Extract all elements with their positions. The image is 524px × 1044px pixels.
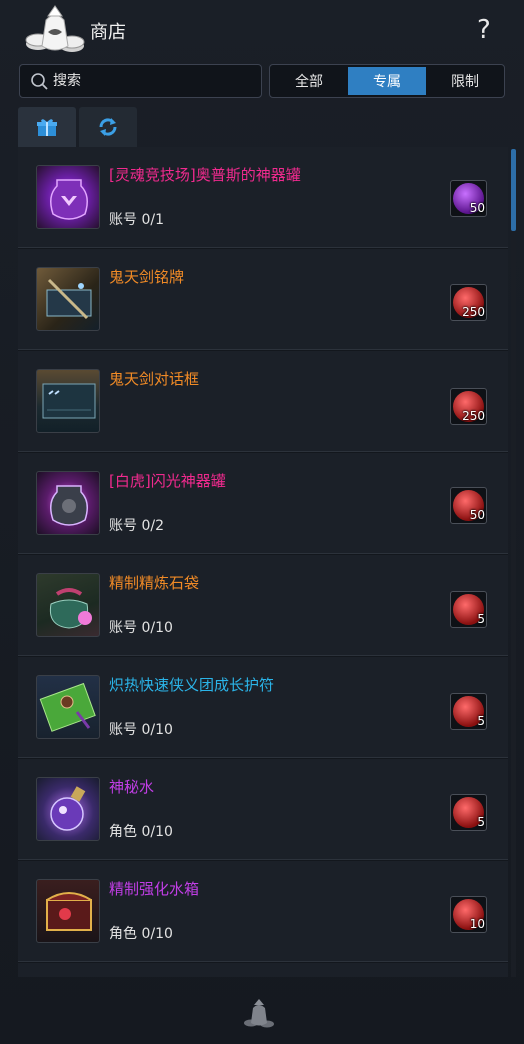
flash-jar-icon (36, 471, 100, 535)
header: 商店 ? (0, 0, 524, 60)
list-item[interactable]: [灵魂竞技场]奥普斯的神器罐 账号 0/1 50 (18, 147, 508, 248)
page-title: 商店 (90, 22, 126, 43)
price-amount: 250 (462, 409, 485, 423)
list-item[interactable]: 鬼天剑对话框 250 (18, 351, 508, 452)
refresh-icon (99, 118, 117, 136)
item-name: 鬼天剑铭牌 (109, 268, 185, 286)
price-badge[interactable]: 10 (450, 896, 487, 933)
charm-icon (36, 675, 100, 739)
water-chest-icon (36, 879, 100, 943)
item-name: 精制精炼石袋 (109, 574, 200, 592)
search-icon (31, 73, 48, 90)
item-list[interactable]: [灵魂竞技场]奥普斯的神器罐 账号 0/1 50 鬼天剑铭牌 250 鬼天剑对话… (18, 147, 508, 977)
price-amount: 5 (477, 815, 485, 829)
list-item[interactable] (18, 963, 508, 977)
list-item[interactable]: 炽热快速侠义团成长护符 账号 0/10 5 (18, 657, 508, 758)
item-purchase-limit: 角色 0/10 (109, 824, 173, 840)
item-purchase-limit: 账号 0/1 (109, 212, 164, 228)
list-item[interactable]: 鬼天剑铭牌 250 (18, 249, 508, 350)
price-amount: 5 (477, 612, 485, 626)
shop-window: 商店 ? 全部 专属 限制 (0, 0, 524, 1044)
search-box[interactable] (19, 64, 262, 98)
tab-gift[interactable] (18, 107, 76, 147)
dialog-frame-icon (36, 369, 100, 433)
price-badge[interactable]: 250 (450, 388, 487, 425)
filter-exclusive-tab[interactable]: 专属 (348, 67, 426, 95)
item-purchase-limit: 账号 0/10 (109, 722, 173, 738)
price-badge[interactable]: 5 (450, 591, 487, 628)
price-badge[interactable]: 5 (450, 693, 487, 730)
price-badge[interactable]: 50 (450, 487, 487, 524)
item-name: [白虎]闪光神器罐 (109, 472, 226, 490)
stone-bag-icon (36, 573, 100, 637)
list-item[interactable]: 神秘水 角色 0/10 5 (18, 759, 508, 860)
filter-segment: 全部 专属 限制 (269, 64, 505, 98)
mystic-water-icon (36, 777, 100, 841)
price-amount: 5 (477, 714, 485, 728)
price-amount: 50 (469, 201, 485, 215)
filter-all-tab[interactable]: 全部 (270, 65, 348, 97)
item-purchase-limit: 账号 0/10 (109, 620, 173, 636)
list-scrollbar[interactable] (511, 147, 516, 977)
filter-limited-tab[interactable]: 限制 (426, 65, 504, 97)
item-name: [灵魂竞技场]奥普斯的神器罐 (109, 166, 301, 184)
item-name: 精制强化水箱 (109, 880, 200, 898)
price-amount: 10 (469, 917, 485, 931)
item-name: 鬼天剑对话框 (109, 370, 200, 388)
price-badge[interactable]: 50 (450, 180, 487, 217)
price-amount: 50 (469, 508, 485, 522)
list-item[interactable]: 精制强化水箱 角色 0/10 10 (18, 861, 508, 962)
tab-refresh[interactable] (79, 107, 137, 147)
help-button[interactable]: ? (477, 16, 491, 44)
search-input[interactable] (53, 70, 253, 92)
item-name: 炽热快速侠义团成长护符 (109, 676, 275, 694)
price-badge[interactable]: 250 (450, 284, 487, 321)
purple-jar-icon (36, 165, 100, 229)
gift-box-icon (37, 119, 57, 136)
money-bag-icon (244, 999, 274, 1028)
sword-plate-icon (36, 267, 100, 331)
price-amount: 250 (462, 305, 485, 319)
list-item[interactable]: 精制精炼石袋 账号 0/10 5 (18, 555, 508, 656)
item-purchase-limit: 账号 0/2 (109, 518, 164, 534)
price-badge[interactable]: 5 (450, 794, 487, 831)
item-name: 神秘水 (109, 778, 155, 796)
list-item[interactable]: [白虎]闪光神器罐 账号 0/2 50 (18, 453, 508, 554)
scrollbar-thumb[interactable] (511, 149, 516, 231)
item-purchase-limit: 角色 0/10 (109, 926, 173, 942)
shop-bag-logo-icon (25, 5, 85, 52)
